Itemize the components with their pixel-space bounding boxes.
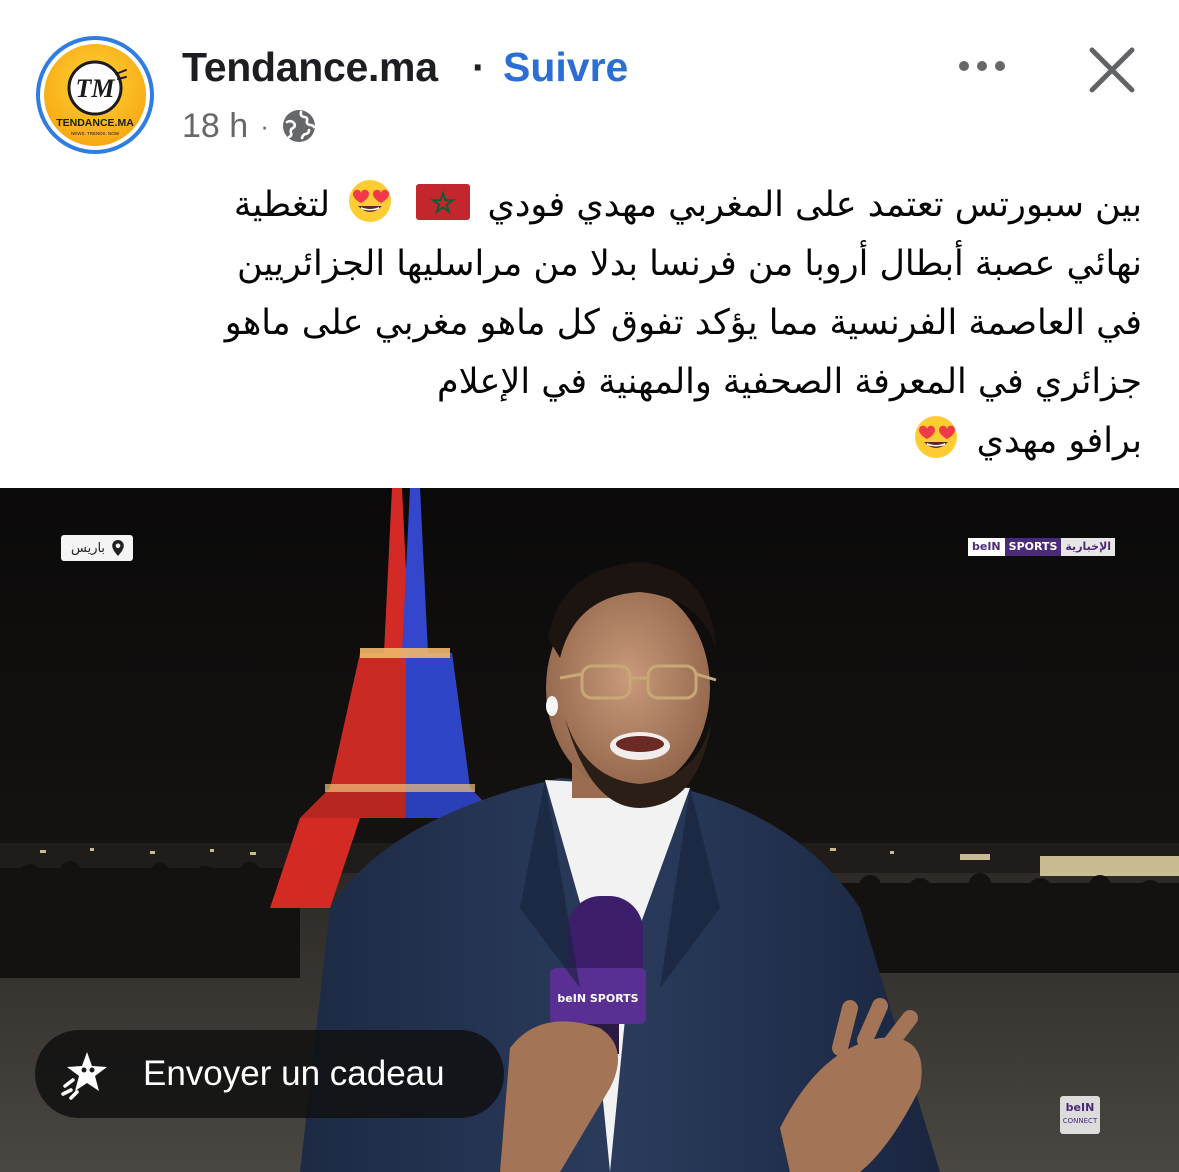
logo-monogram: TM <box>76 74 116 103</box>
heart-eyes-emoji-icon <box>915 416 958 458</box>
channel-logo-sports: SPORTS <box>1004 538 1062 556</box>
close-icon <box>1089 47 1135 93</box>
logo-tagline: NEWS. TRENDS. NOW <box>71 131 120 136</box>
page-avatar[interactable]: TM TENDANCE.MA NEWS. TRENDS. NOW <box>36 36 154 154</box>
close-button[interactable] <box>1086 44 1138 96</box>
channel-logo-news: الإخبارية <box>1061 538 1116 556</box>
channel-logo: beIN SPORTS الإخبارية <box>968 538 1116 556</box>
post-timestamp[interactable]: 18 h <box>182 107 248 146</box>
morocco-flag-icon <box>416 184 471 220</box>
location-pin-icon <box>112 540 124 556</box>
post-text-line-5-text: برافو مهدي <box>976 421 1142 461</box>
gift-sparkle-icon <box>61 1052 107 1100</box>
send-gift-button[interactable]: Envoyer un cadeau <box>35 1030 504 1118</box>
post-text-line-1-end: لتغطية <box>233 185 331 225</box>
more-options-icon <box>959 61 1005 71</box>
post-meta: 18 h · <box>182 104 317 148</box>
post-text-line-4: جزائري في المعرفة الصحفية والمهنية في ال… <box>436 362 1142 402</box>
header-separator: · <box>472 44 486 90</box>
connect-sub: CONNECT <box>1062 1117 1098 1125</box>
facebook-post: TM TENDANCE.MA NEWS. TRENDS. NOW Tendanc… <box>0 0 1179 1172</box>
mic-logo: beIN SPORTS <box>557 992 638 1005</box>
channel-logo-brand: beIN <box>968 538 1005 556</box>
post-text-line-1-start: بين سبورتس تعتمد على المغربي مهدي فودي <box>487 185 1142 225</box>
meta-separator: · <box>260 110 269 141</box>
globe-icon <box>281 108 317 144</box>
heart-eyes-emoji-icon <box>349 180 392 222</box>
location-label: باريس <box>71 540 106 556</box>
post-text: بين سبورتس تعتمد على المغربي مهدي فودي ل… <box>60 176 1142 471</box>
connect-brand: beIN <box>1065 1101 1095 1114</box>
logo-brand-text: TENDANCE.MA <box>56 117 134 129</box>
more-options-button[interactable] <box>952 44 1012 88</box>
post-text-line-1: بين سبورتس تعتمد على المغربي مهدي فودي ل… <box>60 176 1142 235</box>
location-tag: باريس <box>61 535 134 561</box>
post-text-line-3: في العاصمة الفرنسية مما يؤكد تفوق كل ماه… <box>224 303 1142 343</box>
connect-watermark: beIN CONNECT <box>1060 1096 1100 1134</box>
tendance-logo: TM TENDANCE.MA NEWS. TRENDS. NOW <box>44 44 146 146</box>
post-text-line-5: برافو مهدي <box>60 412 1142 471</box>
follow-button[interactable]: Suivre <box>503 44 628 91</box>
send-gift-label: Envoyer un cadeau <box>143 1054 445 1093</box>
post-text-line-2: نهائي عصبة أبطال أروبا من فرنسا بدلا من … <box>237 244 1142 284</box>
page-name-link[interactable]: Tendance.ma <box>182 44 438 91</box>
